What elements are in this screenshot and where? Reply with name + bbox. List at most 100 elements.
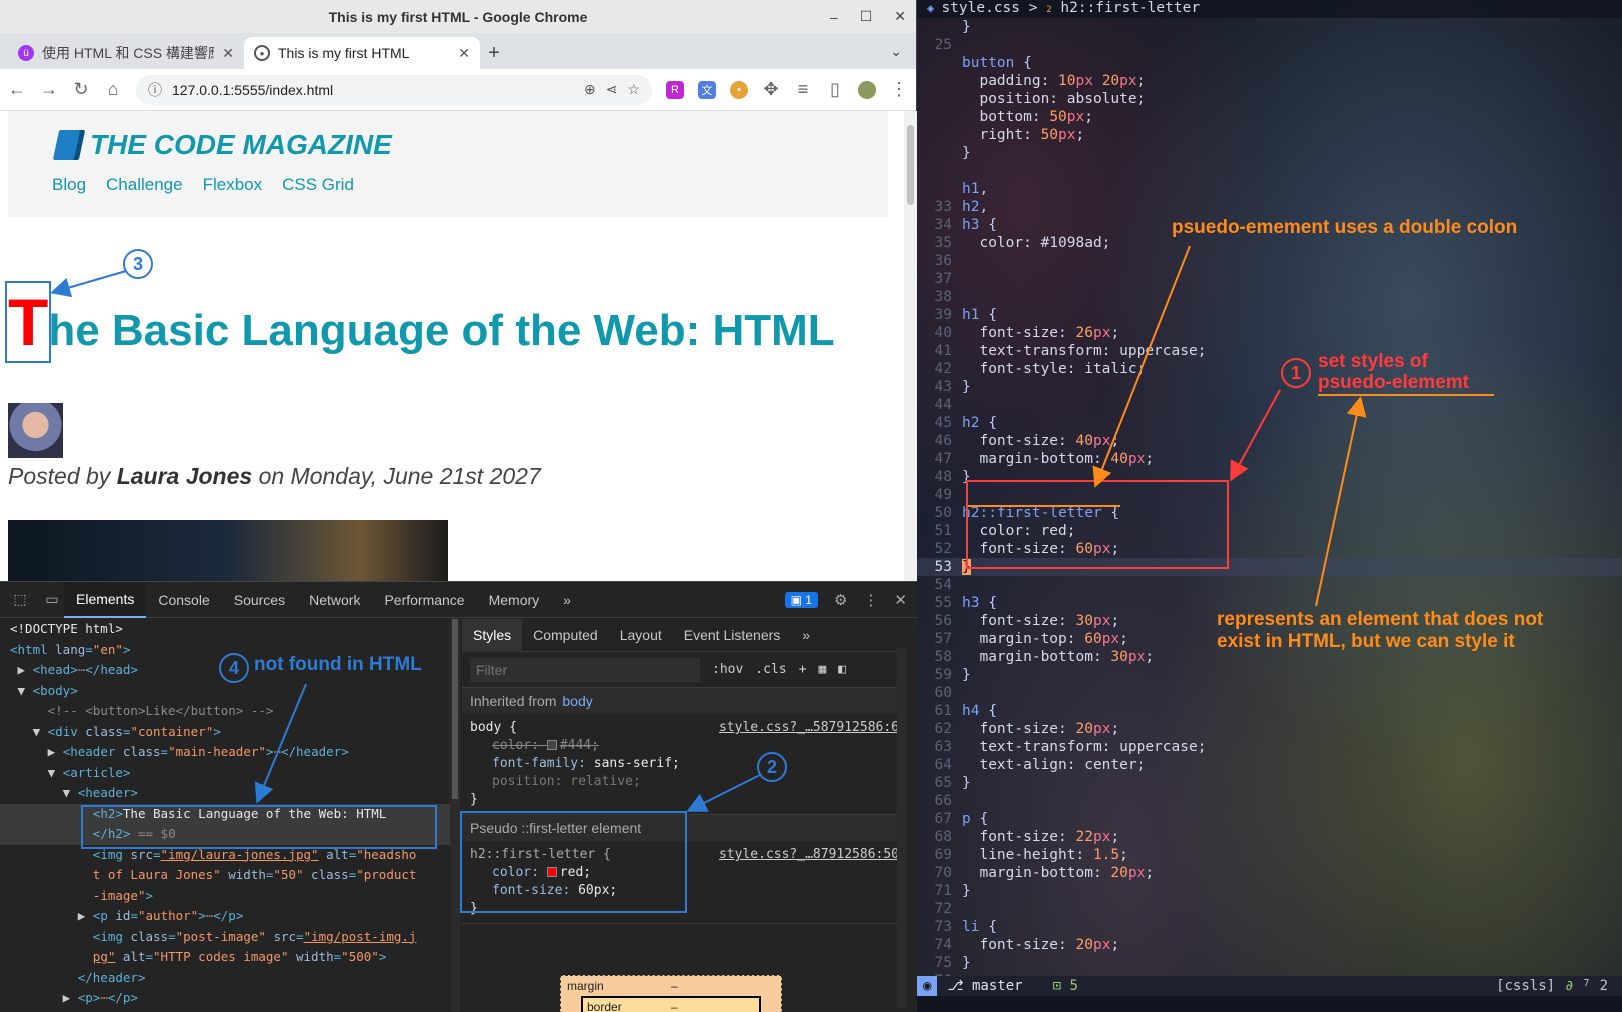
toggle-sidebar-icon[interactable]: ◧ — [838, 662, 846, 677]
css-property-position[interactable]: position: relative; — [470, 773, 899, 791]
tab-layout[interactable]: Layout — [609, 619, 673, 652]
tab-console[interactable]: Console — [146, 582, 221, 618]
tab-performance[interactable]: Performance — [372, 582, 476, 618]
styles-scrollbar[interactable] — [897, 648, 907, 1008]
code-line[interactable]: 66 — [917, 792, 1622, 810]
code-line[interactable]: 52 font-size: 60px; — [917, 540, 1622, 558]
code-line[interactable]: 39 h1 { — [917, 306, 1622, 324]
url-text[interactable]: 127.0.0.1:5555/index.html — [172, 82, 574, 98]
tab-computed[interactable]: Computed — [522, 619, 609, 652]
dom-node-selected-h2[interactable]: <h2>The Basic Language of the Web: HTML — [0, 803, 450, 824]
forward-icon[interactable]: → — [40, 79, 58, 100]
code-line[interactable]: 43} — [917, 378, 1622, 396]
more-tabs-icon[interactable]: » — [551, 582, 583, 618]
page-scrollbar[interactable] — [904, 111, 917, 581]
nav-link-blog[interactable]: Blog — [52, 175, 86, 195]
settings-gear-icon[interactable]: ⚙ — [834, 591, 847, 609]
box-model-margin-value[interactable]: – — [671, 979, 678, 993]
body-style-rule[interactable]: body { style.css?_…587912586:6 color: #4… — [462, 714, 907, 815]
close-tab-icon[interactable]: ✕ — [222, 45, 234, 62]
code-line[interactable]: 50 h2::first-letter { — [917, 504, 1622, 522]
css-property-color[interactable]: color: #444; — [470, 737, 899, 755]
site-logo[interactable]: THE CODE MAGAZINE — [52, 129, 392, 161]
nav-link-flexbox[interactable]: Flexbox — [203, 175, 263, 195]
profile-avatar[interactable] — [858, 80, 876, 99]
code-lines[interactable]: } 25 button { padding: 10px 20px; position… — [917, 18, 1622, 990]
code-line[interactable]: 36 — [917, 252, 1622, 270]
css-property-font-family[interactable]: font-family: sans-serif; — [470, 755, 899, 773]
dom-node[interactable]: pg" alt="HTTP codes image" width="500"> — [0, 947, 450, 968]
close-tab-icon[interactable]: ✕ — [458, 45, 470, 62]
translate-extension-icon[interactable]: 文 — [698, 80, 716, 99]
zoom-icon[interactable]: ⊕ — [584, 81, 596, 98]
code-line[interactable]: h1, — [917, 180, 1622, 198]
dom-node[interactable]: -image"> — [0, 886, 450, 907]
chrome-menu-icon[interactable]: ⋮ — [890, 79, 908, 100]
back-icon[interactable]: ← — [8, 79, 26, 100]
tab-event-listeners[interactable]: Event Listeners — [673, 619, 792, 652]
maximize-icon[interactable]: ☐ — [860, 8, 873, 25]
dom-node[interactable]: ▶ <header class="main-header">⋯</header> — [0, 742, 450, 763]
code-line[interactable]: 40 font-size: 26px; — [917, 324, 1622, 342]
dom-node[interactable]: <!-- <button>Like</button> --> — [0, 701, 450, 722]
code-line[interactable]: 63 text-transform: uppercase; — [917, 738, 1622, 756]
css-property-color[interactable]: color: red; — [470, 864, 899, 882]
code-line[interactable]: 44 — [917, 396, 1622, 414]
tab-sources[interactable]: Sources — [222, 582, 297, 618]
code-line[interactable]: 42 font-style: italic; — [917, 360, 1622, 378]
device-toolbar-icon[interactable]: ▭ — [40, 591, 64, 608]
breadcrumb-file[interactable]: style.css — [941, 0, 1020, 16]
code-line[interactable]: padding: 10px 20px; — [917, 72, 1622, 90]
dom-node[interactable]: <!DOCTYPE html> — [0, 619, 450, 640]
code-line[interactable]: 62 font-size: 20px; — [917, 720, 1622, 738]
media-queue-icon[interactable]: ≡ — [794, 79, 812, 100]
new-tab-button[interactable]: + — [480, 37, 508, 69]
dom-node[interactable]: ▼ <article> — [0, 763, 450, 784]
side-panel-icon[interactable]: ▯ — [826, 79, 844, 100]
code-line[interactable]: 51 color: red; — [917, 522, 1622, 540]
code-line[interactable]: 68 font-size: 22px; — [917, 828, 1622, 846]
tab-udemy[interactable]: ü 使用 HTML 和 CSS 構建響應 ✕ — [8, 37, 244, 69]
hover-state-button[interactable]: :hov — [712, 662, 743, 677]
nav-link-challenge[interactable]: Challenge — [106, 175, 183, 195]
class-toggle-button[interactable]: .cls — [755, 662, 786, 677]
code-line[interactable]: 47 margin-bottom: 40px; — [917, 450, 1622, 468]
scrollbar-thumb[interactable] — [907, 125, 914, 205]
code-line[interactable]: 71} — [917, 882, 1622, 900]
dom-scrollbar[interactable] — [450, 619, 460, 1012]
home-icon[interactable]: ⌂ — [104, 79, 122, 100]
inherited-link[interactable]: body — [562, 693, 592, 709]
first-letter-style-rule[interactable]: h2::first-letter { style.css?_…87912586:… — [462, 841, 907, 924]
close-devtools-icon[interactable]: ✕ — [894, 591, 907, 609]
code-line[interactable]: 37 — [917, 270, 1622, 288]
dom-node[interactable]: <img src="img/laura-jones.jpg" alt="head… — [0, 845, 450, 866]
code-line[interactable]: 25 — [917, 36, 1622, 54]
share-icon[interactable]: ⋖ — [606, 81, 618, 98]
code-line[interactable]: 70 margin-bottom: 20px; — [917, 864, 1622, 882]
breadcrumb-symbol[interactable]: h2::first-letter — [1052, 0, 1200, 16]
code-line[interactable]: 53} — [917, 558, 1622, 576]
extensions-puzzle-icon[interactable]: ✥ — [762, 79, 780, 100]
info-icon[interactable]: ⓘ — [148, 80, 162, 100]
styles-filter-input[interactable] — [470, 657, 700, 682]
tab-memory[interactable]: Memory — [477, 582, 552, 618]
tab-network[interactable]: Network — [297, 582, 372, 618]
bookmark-star-icon[interactable]: ☆ — [627, 81, 640, 98]
code-line[interactable]: 73 li { — [917, 918, 1622, 936]
code-line[interactable]: } — [917, 18, 1622, 36]
code-line[interactable]: 49 — [917, 486, 1622, 504]
minimize-icon[interactable]: – — [830, 9, 838, 25]
rule-source-link[interactable]: style.css?_…87912586:50 — [719, 846, 899, 864]
css-property-font-size[interactable]: font-size: 60px; — [470, 882, 899, 900]
code-line[interactable]: 54 — [917, 576, 1622, 594]
devtools-menu-icon[interactable]: ⋮ — [863, 591, 878, 609]
code-line[interactable]: 75} — [917, 954, 1622, 972]
code-line[interactable]: bottom: 50px; — [917, 108, 1622, 126]
code-line[interactable]: 65} — [917, 774, 1622, 792]
code-line[interactable]: 69 line-height: 1.5; — [917, 846, 1622, 864]
nav-link-css-grid[interactable]: CSS Grid — [282, 175, 354, 195]
reload-icon[interactable]: ↻ — [72, 79, 90, 100]
code-line[interactable]: 67 p { — [917, 810, 1622, 828]
code-line[interactable]: right: 50px; — [917, 126, 1622, 144]
dom-node[interactable]: t of Laura Jones" width="50" class="prod… — [0, 865, 450, 886]
